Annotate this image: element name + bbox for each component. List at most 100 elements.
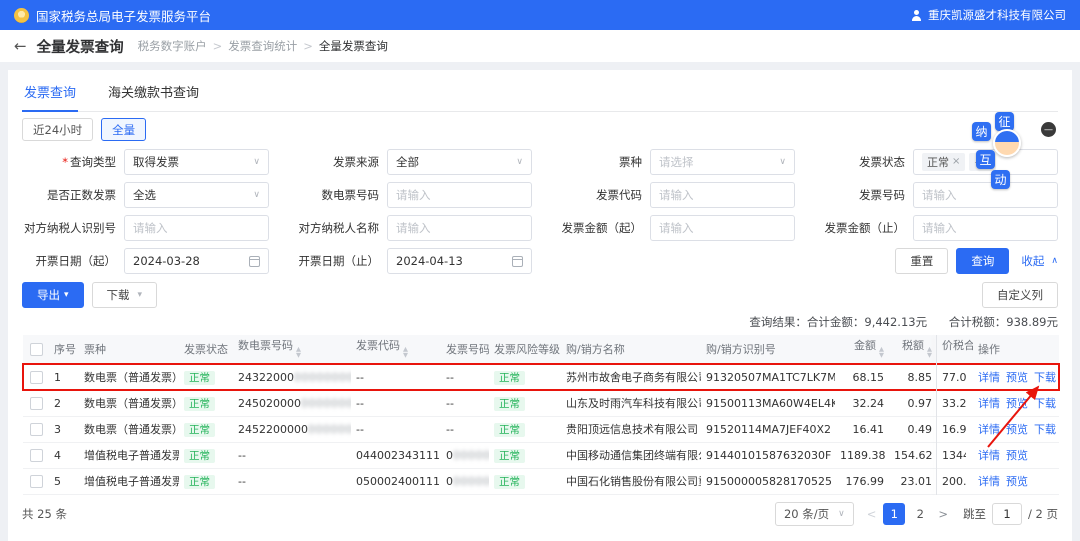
date-to-label: 开票日期（止） [298,254,380,268]
quick-filter-all[interactable]: 全量 [101,118,147,141]
zhengna-hudong-mascot-badge[interactable]: 征 纳 互 动 [968,112,1024,196]
breadcrumb-item[interactable]: 税务数字账户 [138,38,207,54]
query-type-select[interactable]: 取得发票 ∨ [124,149,269,175]
detail-link[interactable]: 详情 [978,423,1000,436]
cell-party-name: 山东及时雨汽车科技有限公司重庆… [561,390,701,417]
detail-link[interactable]: 详情 [978,371,1000,384]
account-menu[interactable]: 重庆凯源盛才科技有限公司 [911,7,1066,23]
collapse-filters-link[interactable]: 收起 ∧ [1021,253,1058,269]
download-button[interactable]: 下载 ▾ [91,282,158,308]
page-button-1[interactable]: 1 [883,502,906,525]
quick-filter-24h[interactable]: 近24小时 [22,118,94,141]
row-checkbox[interactable] [29,448,43,462]
detail-link[interactable]: 详情 [978,449,1000,462]
party-name-input[interactable] [387,215,532,241]
cell-digital-number: 2450200000000000000 [233,390,351,417]
search-button[interactable]: 查询 [956,248,1010,274]
table-toolbar: 导出 ▾ 下载 ▾ 自定义列 [22,282,1058,308]
invoice-source-select[interactable]: 全部 ∨ [387,149,532,175]
preview-link[interactable]: 预览 [1006,397,1028,410]
tab-customs-payment-query[interactable]: 海关缴款书查询 [106,74,201,111]
cell-digital-number: 245220000000000000 [233,416,351,443]
risk-level-badge: 正常 [494,474,525,489]
column-header-tax[interactable]: 税额 ▲ ▼ [889,335,937,365]
customize-columns-button[interactable]: 自定义列 [982,282,1058,308]
breadcrumb-item[interactable]: 发票查询统计 [228,38,297,54]
cell-risk-level: 正常 [489,416,561,443]
redacted-text: 0000000 [453,448,489,462]
invoice-code-input[interactable] [650,182,795,208]
preview-link[interactable]: 预览 [1006,449,1028,462]
chevron-down-icon: ∨ [838,508,845,519]
amount-from-input[interactable] [650,215,795,241]
cell-digital-number: -- [233,468,351,495]
total-pages-label: / 2 页 [1027,506,1058,521]
close-icon[interactable]: × [952,156,960,167]
preview-link[interactable]: 预览 [1006,423,1028,436]
sort-icon[interactable]: ▲ ▼ [296,346,301,361]
column-header-amount[interactable]: 金额 ▲ ▼ [835,335,889,365]
mascot-face-icon [993,129,1021,157]
cell-index: 1 [49,363,79,391]
page-button-2[interactable]: 2 [909,503,931,525]
date-from-picker[interactable]: 2024-03-28 [124,248,269,274]
invoice-table-wrapper: 序号 票种 发票状态 数电票号码 ▲ ▼ 发票代码 ▲ ▼ 发票号码 发票风险等级 购/销方名称 购/销… [22,335,1060,495]
column-header-status: 发票状态 [179,335,233,365]
download-link[interactable]: 下载 [1034,397,1056,410]
tab-bar: 发票查询 海关缴款书查询 [22,74,1058,112]
positive-invoice-select[interactable]: 全选 ∨ [124,182,269,208]
cell-status: 正常 [179,390,233,417]
download-link[interactable]: 下载 [1034,423,1056,436]
sort-icon[interactable]: ▲ ▼ [879,346,884,361]
row-checkbox[interactable] [29,474,43,488]
party-taxid-input[interactable] [124,215,269,241]
cell-tax: 0.97 [889,390,937,417]
detail-link[interactable]: 详情 [978,397,1000,410]
cell-total: 16.90 [937,416,973,443]
cell-party-name: 中国石化销售股份有限公司重庆江… [561,468,701,495]
summary-tax: 合计税额：938.89元 [948,315,1058,329]
reset-button[interactable]: 重置 [895,248,949,274]
column-header-code[interactable]: 发票代码 ▲ ▼ [351,335,441,365]
prev-page-button[interactable]: < [864,507,880,521]
jump-page-input[interactable] [991,502,1022,525]
cell-status: 正常 [179,442,233,469]
select-all-checkbox[interactable] [29,342,43,356]
tab-invoice-query[interactable]: 发票查询 [22,74,79,112]
row-checkbox[interactable] [29,422,43,436]
amount-to-input[interactable] [913,215,1058,241]
download-link[interactable]: 下载 [1034,371,1056,384]
platform-logo-icon [14,7,29,23]
invoice-status-badge: 正常 [184,422,215,437]
cell-checkbox [23,468,49,495]
next-page-button[interactable]: > [935,507,951,521]
row-checkbox[interactable] [29,397,43,410]
chevron-down-icon: ∨ [253,157,260,167]
invoice-row: 3数电票（普通发票）正常245220000000000000----正常贵阳顶远… [23,416,1059,443]
column-header-dno[interactable]: 数电票号码 ▲ ▼ [233,335,351,365]
row-checkbox[interactable] [30,370,43,384]
back-arrow-icon[interactable]: ← [14,38,27,54]
export-button[interactable]: 导出 ▾ [22,282,84,308]
badge-char: 动 [991,170,1010,189]
cell-operations: 详情 预览 下载 [973,363,1060,391]
preview-link[interactable]: 预览 [1006,475,1028,488]
total-count: 共 25 条 [22,506,67,521]
select-all-header [23,335,49,365]
required-star: * [62,155,68,169]
party-name-label: 对方纳税人名称 [298,221,380,235]
digital-no-input[interactable] [387,182,532,208]
page-size-select[interactable]: 20 条/页 ∨ [774,501,854,526]
preview-link[interactable]: 预览 [1006,371,1028,384]
column-header-total[interactable]: 价税合计▲▼ [937,335,973,365]
ticket-type-select[interactable]: 请选择 ∨ [650,149,795,175]
detail-link[interactable]: 详情 [978,475,1000,488]
page-header: ← 全量发票查询 税务数字账户 > 发票查询统计 > 全量发票查询 [0,30,1080,62]
sort-icon[interactable]: ▲ ▼ [403,346,408,361]
date-to-picker[interactable]: 2024-04-13 [387,248,532,274]
cell-risk-level: 正常 [489,442,561,469]
badge-char: 纳 [972,122,991,141]
cell-operations: 详情 预览 下载 [973,390,1059,417]
collapse-widget-button[interactable]: — [1041,122,1056,137]
sort-icon[interactable]: ▲ ▼ [927,346,932,361]
